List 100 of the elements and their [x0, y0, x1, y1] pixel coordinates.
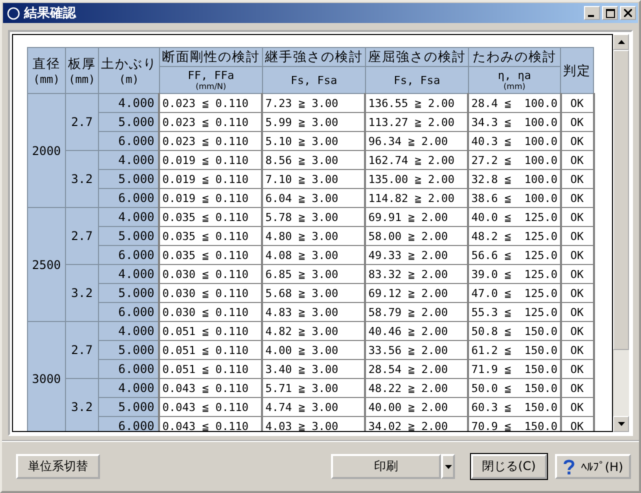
header-unit: (mm) — [502, 82, 526, 91]
cover-cell: 6.000 — [98, 132, 160, 150]
scrollbar[interactable] — [613, 34, 629, 432]
window-icon — [7, 6, 20, 20]
check-cell: 70.9 ≦ 150.0 — [468, 416, 560, 431]
check-cell: 5.68 ≧ 3.00 — [262, 284, 366, 302]
check-cell: 0.051 ≦ 0.110 — [159, 360, 262, 378]
header-unit: (m) — [118, 73, 140, 86]
check-cell: 38.6 ≦ 100.0 — [468, 188, 560, 208]
diameter-cell: 2500 — [28, 208, 66, 322]
unit-switch-button[interactable]: 単位系切替 — [16, 454, 100, 479]
check-cell: 58.79 ≧ 2.00 — [365, 302, 468, 322]
header-label: 直径 — [31, 56, 62, 73]
header-label: 座屈強さの検討 — [368, 49, 466, 66]
header-label: たわみの検討 — [471, 49, 558, 66]
check-cell: 0.023 ≦ 0.110 — [159, 112, 262, 132]
cover-cell: 6.000 — [98, 302, 160, 322]
cover-cell: 5.000 — [98, 340, 160, 360]
cover-cell: 6.000 — [98, 416, 160, 431]
check-cell: 4.03 ≧ 3.00 — [262, 416, 366, 431]
maximize-icon — [606, 8, 614, 18]
cover-cell: 5.000 — [98, 226, 160, 246]
header-unit: (mm/N) — [194, 82, 228, 91]
check-cell: 69.12 ≧ 2.00 — [365, 284, 468, 302]
help-button[interactable]: ﾍﾙﾌﾟ(H) — [555, 454, 631, 479]
check-cell: 0.043 ≦ 0.110 — [159, 416, 262, 431]
help-icon — [562, 458, 575, 474]
check-cell: 0.043 ≦ 0.110 — [159, 378, 262, 398]
check-cell: 0.051 ≦ 0.110 — [159, 340, 262, 360]
check-cell: 5.99 ≧ 3.00 — [262, 112, 366, 132]
close-button[interactable] — [620, 6, 636, 20]
check-cell: 136.55 ≧ 2.00 — [365, 94, 468, 112]
check-cell: 6.04 ≧ 3.00 — [262, 188, 366, 208]
check-cell: 114.82 ≧ 2.00 — [365, 188, 468, 208]
diameter-cell: 3000 — [28, 322, 66, 431]
check-cell: 135.00 ≧ 2.00 — [365, 170, 468, 188]
diameter-cell: 2000 — [28, 94, 66, 208]
thickness-cell: 3.2 — [65, 264, 98, 322]
check-cell: 4.80 ≧ 3.00 — [262, 226, 366, 246]
header-symbols: η, ηa — [496, 69, 532, 82]
header-symbols: Fs, Fsa — [290, 74, 338, 86]
header-label: 継手強さの検討 — [264, 49, 363, 66]
cover-cell: 4.000 — [98, 150, 160, 170]
window-title: 結果確認 — [24, 5, 78, 22]
check-cell: 96.34 ≧ 2.00 — [365, 132, 468, 150]
check-cell: 0.030 ≦ 0.110 — [159, 302, 262, 322]
check-cell: 47.0 ≦ 125.0 — [468, 284, 560, 302]
cover-cell: 6.000 — [98, 246, 160, 264]
check-cell: 0.019 ≦ 0.110 — [159, 150, 262, 170]
minimize-button[interactable] — [584, 6, 600, 20]
cover-cell: 6.000 — [98, 188, 160, 208]
check-cell: 0.030 ≦ 0.110 — [159, 284, 262, 302]
check-cell: 40.3 ≦ 100.0 — [468, 132, 560, 150]
check-cell: 27.2 ≦ 100.0 — [468, 150, 560, 170]
check-cell: 0.019 ≦ 0.110 — [159, 170, 262, 188]
check-cell: 6.85 ≧ 3.00 — [262, 264, 366, 284]
check-cell: 5.78 ≧ 3.00 — [262, 208, 366, 226]
check-cell: 0.051 ≦ 0.110 — [159, 322, 262, 340]
header-label: 判定 — [563, 62, 591, 80]
check-cell: 56.6 ≦ 125.0 — [468, 246, 560, 264]
check-cell: 32.8 ≦ 100.0 — [468, 170, 560, 188]
cover-cell: 4.000 — [98, 208, 160, 226]
header-label: 土かぶり — [100, 56, 157, 73]
check-cell: 28.4 ≦ 100.0 — [468, 94, 560, 112]
check-cell: 49.33 ≧ 2.00 — [365, 246, 468, 264]
check-cell: 33.56 ≧ 2.00 — [365, 340, 468, 360]
check-cell: 39.0 ≦ 125.0 — [468, 264, 560, 284]
header-symbols: Fs, Fsa — [392, 74, 442, 86]
check-cell: 162.74 ≧ 2.00 — [365, 150, 468, 170]
maximize-button[interactable] — [602, 6, 618, 20]
header-unit: (mm) — [32, 73, 61, 86]
check-cell: 113.27 ≧ 2.00 — [365, 112, 468, 132]
print-button[interactable]: 印刷 — [331, 454, 441, 479]
check-cell: 0.035 ≦ 0.110 — [159, 226, 262, 246]
cover-cell: 4.000 — [98, 322, 160, 340]
header-label: 板厚 — [68, 56, 96, 73]
cover-cell: 5.000 — [98, 112, 160, 132]
check-cell: 0.030 ≦ 0.110 — [159, 264, 262, 284]
caret-icon — [444, 464, 452, 468]
cover-cell: 6.000 — [98, 360, 160, 378]
check-cell: 0.023 ≦ 0.110 — [159, 132, 262, 150]
print-dropdown-button[interactable] — [441, 454, 455, 479]
scroll-down-icon — [618, 422, 624, 426]
check-cell: 55.3 ≦ 125.0 — [468, 302, 560, 322]
header-unit: (mm) — [68, 73, 96, 86]
header-symbols: FF, FFa — [186, 69, 236, 82]
check-cell: 0.023 ≦ 0.110 — [159, 94, 262, 112]
thickness-cell: 3.2 — [65, 150, 98, 208]
check-cell: 0.043 ≦ 0.110 — [159, 398, 262, 416]
check-cell: 7.23 ≧ 3.00 — [262, 94, 366, 112]
check-cell: 40.00 ≧ 2.00 — [365, 398, 468, 416]
cover-cell: 5.000 — [98, 284, 160, 302]
check-cell: 4.82 ≧ 3.00 — [262, 322, 366, 340]
cover-cell: 5.000 — [98, 170, 160, 188]
check-cell: 40.46 ≧ 2.00 — [365, 322, 468, 340]
check-cell: 3.40 ≧ 3.00 — [262, 360, 366, 378]
scroll-thumb[interactable] — [613, 50, 629, 350]
check-cell: 0.035 ≦ 0.110 — [159, 208, 262, 226]
check-cell: 83.32 ≧ 2.00 — [365, 264, 468, 284]
close-dialog-button[interactable]: 閉じる(C) — [471, 454, 547, 479]
